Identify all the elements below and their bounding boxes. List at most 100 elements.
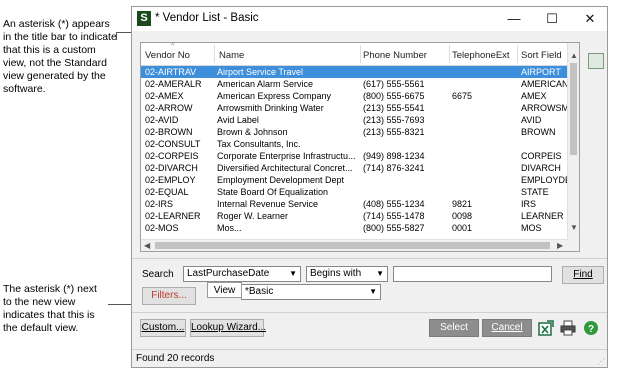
table-row[interactable]: 02-CONSULT Tax Consultants, Inc. xyxy=(141,138,569,150)
table-cell: STATE xyxy=(521,187,549,197)
scroll-down-icon[interactable]: ▼ xyxy=(570,223,578,232)
table-cell: 6675 xyxy=(452,91,473,101)
callout-line: indicates that this is xyxy=(3,309,95,321)
callout-leader-top xyxy=(116,32,117,40)
table-row[interactable]: 02-BROWN Brown & Johnson (213) 555-8321 BRO… xyxy=(141,126,569,138)
grid-settings-icon[interactable] xyxy=(588,53,604,69)
minimize-button[interactable]: — xyxy=(500,9,528,29)
chevron-down-icon: ▼ xyxy=(376,269,384,278)
window-title: * Vendor List - Basic xyxy=(155,12,259,24)
table-cell: 02-CONSULT xyxy=(145,139,201,149)
scroll-left-icon[interactable]: ◀ xyxy=(144,241,150,250)
printer-icon[interactable] xyxy=(560,320,576,336)
table-cell: American Alarm Service xyxy=(217,79,314,89)
table-cell: 02-IRS xyxy=(145,199,174,209)
view-select[interactable]: *Basic ▼ xyxy=(241,284,381,300)
table-cell: (213) 555-7693 xyxy=(363,115,425,125)
table-cell: American Express Company xyxy=(217,91,332,101)
search-field-select[interactable]: LastPurchaseDate ▼ xyxy=(183,266,301,282)
view-select-value: *Basic xyxy=(245,286,274,297)
table-cell: IRS xyxy=(521,199,537,209)
export-to-excel-icon[interactable] xyxy=(538,320,554,336)
table-cell: 0001 xyxy=(452,223,473,233)
table-row[interactable]: 02-AIRTRAV Airport Service Travel AIRPORT xyxy=(141,66,569,78)
callout-line: view, not the Standard xyxy=(3,57,107,69)
table-cell: MOS xyxy=(521,223,542,233)
table-row[interactable]: 02-MOS Mos... (800) 555-5827 0001 MOS xyxy=(141,222,569,234)
status-bar: Found 20 records xyxy=(132,349,607,367)
table-cell: (408) 555-1234 xyxy=(363,199,425,209)
vertical-scrollbar[interactable]: ▲ ▼ xyxy=(567,43,579,251)
close-button[interactable]: ✕ xyxy=(576,9,604,29)
column-header-sort-field[interactable]: Sort Field xyxy=(521,50,562,61)
search-operator-select[interactable]: Begins with ▼ xyxy=(306,266,388,282)
custom-button[interactable]: Custom... xyxy=(140,319,186,337)
table-cell: AVID xyxy=(521,115,542,125)
table-row[interactable]: 02-IRS Internal Revenue Service (408) 555-… xyxy=(141,198,569,210)
table-cell: AMERICAN xyxy=(521,79,569,89)
sage-app-icon: S xyxy=(137,11,151,26)
table-cell: 9821 xyxy=(452,199,473,209)
table-cell: Roger W. Learner xyxy=(217,211,289,221)
divider xyxy=(132,258,607,259)
table-cell: LEARNER xyxy=(521,211,564,221)
table-row[interactable]: 02-AMERALR American Alarm Service (617) 55… xyxy=(141,78,569,90)
table-cell: 02-DIVARCH xyxy=(145,163,198,173)
horizontal-scrollbar[interactable]: ◀ ▶ xyxy=(141,239,569,251)
search-label: Search xyxy=(142,269,174,280)
table-row[interactable]: 02-AVID Avid Label (213) 555-7693 AVID xyxy=(141,114,569,126)
table-cell: AMEX xyxy=(521,91,547,101)
table-cell: 02-LEARNER xyxy=(145,211,201,221)
table-row[interactable]: 02-DIVARCH Diversified Architectural Conc… xyxy=(141,162,569,174)
grid-header: Vendor No Name Phone Number TelephoneExt… xyxy=(141,43,579,66)
table-cell: 02-ARROW xyxy=(145,103,193,113)
scroll-right-icon[interactable]: ▶ xyxy=(557,241,563,250)
search-operator-value: Begins with xyxy=(310,268,362,279)
table-cell: (617) 555-5561 xyxy=(363,79,425,89)
callout-line: in the title bar to indicate xyxy=(3,31,117,43)
table-cell: Employment Development Dept xyxy=(217,175,345,185)
table-cell: 02-AIRTRAV xyxy=(145,67,197,77)
cancel-button[interactable]: Cancel xyxy=(482,319,532,337)
table-cell: BROWN xyxy=(521,127,556,137)
horizontal-scroll-thumb[interactable] xyxy=(155,242,550,249)
table-cell: 02-AMERALR xyxy=(145,79,202,89)
table-row[interactable]: 02-ARROW Arrowsmith Drinking Water (213) 5… xyxy=(141,102,569,114)
chevron-down-icon: ▼ xyxy=(289,269,297,278)
table-cell: DIVARCH xyxy=(521,163,561,173)
select-button[interactable]: Select xyxy=(429,319,479,337)
table-cell: (213) 555-5541 xyxy=(363,103,425,113)
column-header-phone[interactable]: Phone Number xyxy=(363,50,427,61)
lookup-wizard-button[interactable]: Lookup Wizard... xyxy=(190,319,266,337)
column-header-telephone-ext[interactable]: TelephoneExt xyxy=(452,50,510,61)
scroll-up-icon[interactable]: ▲ xyxy=(570,51,578,60)
table-cell: 02-BROWN xyxy=(145,127,193,137)
divider xyxy=(132,312,607,313)
table-cell: (714) 555-1478 xyxy=(363,211,425,221)
table-cell: Mos... xyxy=(217,223,242,233)
table-cell: (714) 876-3241 xyxy=(363,163,425,173)
column-header-name[interactable]: Name xyxy=(219,50,244,61)
filters-button[interactable]: Filters... xyxy=(142,287,196,305)
search-value-input[interactable] xyxy=(393,266,552,282)
table-cell: Arrowsmith Drinking Water xyxy=(217,103,324,113)
vertical-scroll-thumb[interactable] xyxy=(570,63,577,155)
table-row[interactable]: 02-EQUAL State Board Of Equalization STATE xyxy=(141,186,569,198)
table-row[interactable]: 02-CORPEIS Corporate Enterprise Infrastru… xyxy=(141,150,569,162)
table-row[interactable]: 02-LEARNER Roger W. Learner (714) 555-1478… xyxy=(141,210,569,222)
svg-text:?: ? xyxy=(588,324,594,335)
table-row[interactable]: 02-EMPLOY Employment Development Dept EMPL… xyxy=(141,174,571,186)
resize-grip-icon[interactable]: ⋰ xyxy=(597,357,605,366)
callout-title-asterisk: An asterisk (*) appears in the title bar… xyxy=(3,18,117,96)
table-cell: 02-MOS xyxy=(145,223,179,233)
table-cell: AIRPORT xyxy=(521,67,561,77)
maximize-button[interactable]: ☐ xyxy=(538,9,566,29)
help-icon[interactable]: ? xyxy=(583,320,599,336)
vendor-grid[interactable]: Vendor No Name Phone Number TelephoneExt… xyxy=(140,42,580,252)
table-cell: CORPEIS xyxy=(521,151,562,161)
find-button[interactable]: Find xyxy=(562,266,604,284)
table-cell: Diversified Architectural Concret... xyxy=(217,163,353,173)
table-row[interactable]: 02-AMEX American Express Company (800) 555… xyxy=(141,90,569,102)
table-cell: Avid Label xyxy=(217,115,259,125)
column-header-vendor-no[interactable]: Vendor No xyxy=(145,50,190,61)
